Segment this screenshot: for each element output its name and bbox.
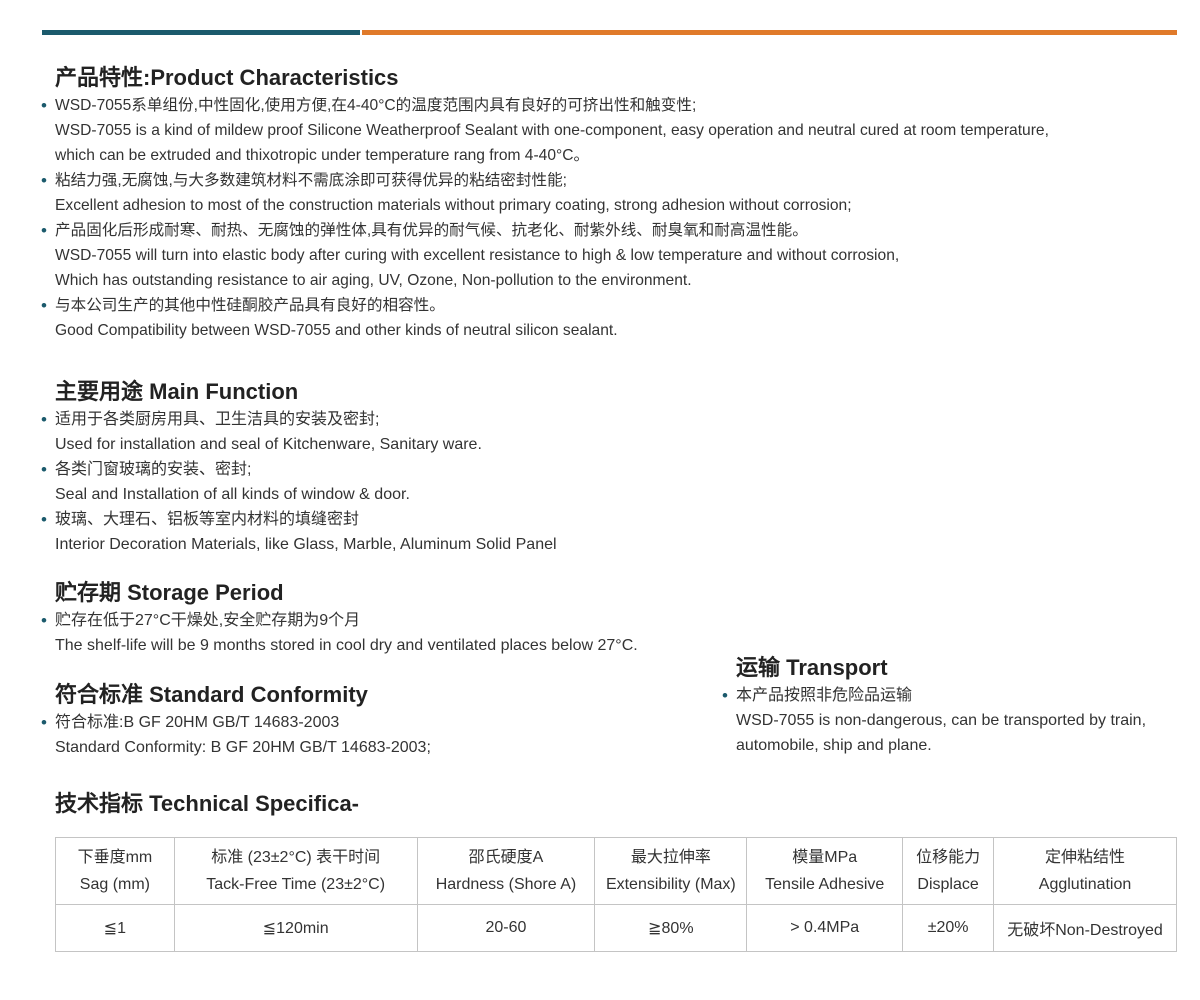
table-cell: ≦1: [55, 904, 175, 952]
table-cell: 无破坏Non-Destroyed: [993, 904, 1177, 952]
bullet-icon: •: [41, 410, 47, 429]
header-en: Displace: [917, 876, 979, 893]
header-zh: 标准 (23±2°C) 表干时间: [211, 849, 381, 866]
header-en: Tensile Adhesive: [765, 876, 885, 893]
table-header-cell: 最大拉伸率 Extensibility (Max): [594, 837, 748, 905]
item-text-primary: 玻璃、大理石、铝板等室内材料的填缝密封: [55, 511, 360, 528]
bullet-list: • 适用于各类厨房用具、卫生洁具的安装及密封; Used for installat…: [41, 407, 557, 557]
item-text-line: Excellent adhesion to most of the constr…: [55, 197, 852, 214]
table-header-cell: 模量MPa Tensile Adhesive: [746, 837, 904, 905]
header-bar-orange: [362, 30, 1177, 35]
bullet-icon: •: [41, 296, 47, 315]
header-en: Extensibility (Max): [605, 876, 736, 893]
item-text-line: automobile, ship and plane.: [736, 737, 932, 754]
item-text-line: Good Compatibility between WSD-7055 and …: [55, 322, 618, 339]
header-bar-teal: [42, 30, 360, 35]
header-zh: 邵氏硬度A: [468, 849, 544, 866]
bullet-icon: •: [722, 686, 728, 705]
item-text-primary: 适用于各类厨房用具、卫生洁具的安装及密封;: [55, 411, 380, 428]
section-heading: 运输 Transport: [736, 655, 888, 680]
list-item: • 本产品按照非危险品运输 WSD-7055 is non-dangerous, c…: [722, 683, 1186, 758]
table-cell: > 0.4MPa: [746, 904, 904, 952]
section-heading: 产品特性:Product Characteristics: [55, 65, 399, 90]
table-row: ≦1 ≦120min 20-60 ≧80% > 0.4MPa ±20% 无破坏N…: [55, 904, 1177, 952]
section-heading: 主要用途 Main Function: [55, 379, 299, 404]
section-product-characteristics: 产品特性:Product Characteristics • WSD-7055系单…: [41, 63, 1185, 343]
table-header-row: 下垂度mm Sag (mm) 标准 (23±2°C) 表干时间 Tack-Free …: [55, 837, 1177, 905]
section-heading: 符合标准 Standard Conformity: [55, 682, 368, 707]
section-technical-specification: 技术指标 Technical Specifica-: [55, 789, 359, 819]
bullet-icon: •: [41, 221, 47, 240]
section-main-function: 主要用途 Main Function • 适用于各类厨房用具、卫生洁具的安装及密封…: [41, 377, 557, 557]
list-item: • 符合标准:B GF 20HM GB/T 14683-2003 Standard …: [41, 710, 431, 760]
bullet-list: • 贮存在低于27°C干燥处,安全贮存期为9个月 The shelf-life wi…: [41, 608, 638, 658]
header-zh: 下垂度mm: [77, 849, 153, 866]
table-header-cell: 定伸粘结性 Agglutination: [993, 837, 1177, 905]
list-item: • 适用于各类厨房用具、卫生洁具的安装及密封; Used for installat…: [41, 407, 557, 457]
header-zh: 最大拉伸率: [630, 849, 711, 866]
header-en: Tack-Free Time (23±2°C): [206, 876, 386, 893]
section-heading: 贮存期 Storage Period: [55, 580, 284, 605]
item-text-line: which can be extruded and thixotropic un…: [55, 147, 590, 164]
table-header-cell: 下垂度mm Sag (mm): [55, 837, 175, 905]
list-item: • 产品固化后形成耐寒、耐热、无腐蚀的弹性体,具有优异的耐气候、抗老化、耐紫外线、…: [41, 218, 1185, 293]
item-text-line: WSD-7055 will turn into elastic body aft…: [55, 247, 900, 264]
table-cell: ±20%: [902, 904, 995, 952]
item-text-line: WSD-7055 is a kind of mildew proof Silic…: [55, 122, 1049, 139]
bullet-list: • 符合标准:B GF 20HM GB/T 14683-2003 Standard …: [41, 710, 431, 760]
table-header-cell: 邵氏硬度A Hardness (Shore A): [416, 837, 596, 905]
item-text-primary: 本产品按照非危险品运输: [736, 687, 913, 704]
header-en: Hardness (Shore A): [435, 876, 577, 893]
bullet-icon: •: [41, 713, 47, 732]
bullet-icon: •: [41, 460, 47, 479]
bullet-list: • 本产品按照非危险品运输 WSD-7055 is non-dangerous, c…: [722, 683, 1186, 758]
spec-table: 下垂度mm Sag (mm) 标准 (23±2°C) 表干时间 Tack-Free …: [55, 837, 1177, 952]
item-text-line: Seal and Installation of all kinds of wi…: [55, 486, 410, 503]
item-text-primary: 贮存在低于27°C干燥处,安全贮存期为9个月: [55, 612, 361, 629]
section-transport: 运输 Transport • 本产品按照非危险品运输 WSD-7055 is non…: [722, 653, 1186, 758]
item-text-line: The shelf-life will be 9 months stored i…: [55, 637, 638, 654]
item-text-line: Interior Decoration Materials, like Glas…: [55, 536, 557, 553]
list-item: • 粘结力强,无腐蚀,与大多数建筑材料不需底涂即可获得优异的粘结密封性能; Exce…: [41, 168, 1185, 218]
header-en: Agglutination: [1038, 876, 1132, 893]
table-cell: 20-60: [416, 904, 596, 952]
bullet-list: • WSD-7055系单组份,中性固化,使用方便,在4-40°C的温度范围内具有良…: [41, 93, 1185, 343]
section-standard-conformity: 符合标准 Standard Conformity • 符合标准:B GF 20HM…: [41, 680, 431, 760]
list-item: • 与本公司生产的其他中性硅酮胶产品具有良好的相容性。 Good Compatibi…: [41, 293, 1185, 343]
list-item: • WSD-7055系单组份,中性固化,使用方便,在4-40°C的温度范围内具有良…: [41, 93, 1185, 168]
item-text-line: Which has outstanding resistance to air …: [55, 272, 692, 289]
table-header-cell: 位移能力 Displace: [902, 837, 995, 905]
item-text-line: Standard Conformity: B GF 20HM GB/T 1468…: [55, 739, 431, 756]
list-item: • 贮存在低于27°C干燥处,安全贮存期为9个月 The shelf-life wi…: [41, 608, 638, 658]
item-text-line: Used for installation and seal of Kitche…: [55, 436, 482, 453]
bullet-icon: •: [41, 96, 47, 115]
item-text-line: WSD-7055 is non-dangerous, can be transp…: [736, 712, 1147, 729]
item-text-primary: 与本公司生产的其他中性硅酮胶产品具有良好的相容性。: [55, 297, 445, 314]
bullet-icon: •: [41, 510, 47, 529]
table-cell: ≦120min: [173, 904, 418, 952]
list-item: • 玻璃、大理石、铝板等室内材料的填缝密封 Interior Decoration …: [41, 507, 557, 557]
item-text-primary: WSD-7055系单组份,中性固化,使用方便,在4-40°C的温度范围内具有良好…: [55, 97, 697, 114]
item-text-primary: 各类门窗玻璃的安装、密封;: [55, 461, 252, 478]
header-en: Sag (mm): [79, 876, 151, 893]
table-header-cell: 标准 (23±2°C) 表干时间 Tack-Free Time (23±2°C): [173, 837, 418, 905]
header-zh: 模量MPa: [792, 849, 858, 866]
item-text-primary: 符合标准:B GF 20HM GB/T 14683-2003: [55, 714, 340, 731]
list-item: • 各类门窗玻璃的安装、密封; Seal and Installation of a…: [41, 457, 557, 507]
item-text-primary: 粘结力强,无腐蚀,与大多数建筑材料不需底涂即可获得优异的粘结密封性能;: [55, 172, 567, 189]
section-storage-period: 贮存期 Storage Period • 贮存在低于27°C干燥处,安全贮存期为9…: [41, 578, 638, 658]
item-text-primary: 产品固化后形成耐寒、耐热、无腐蚀的弹性体,具有优异的耐气候、抗老化、耐紫外线、耐…: [55, 222, 808, 239]
section-heading: 技术指标 Technical Specifica-: [55, 791, 360, 816]
bullet-icon: •: [41, 611, 47, 630]
header-zh: 定伸粘结性: [1045, 849, 1126, 866]
table-cell: ≧80%: [594, 904, 748, 952]
header-zh: 位移能力: [916, 849, 981, 866]
bullet-icon: •: [41, 171, 47, 190]
